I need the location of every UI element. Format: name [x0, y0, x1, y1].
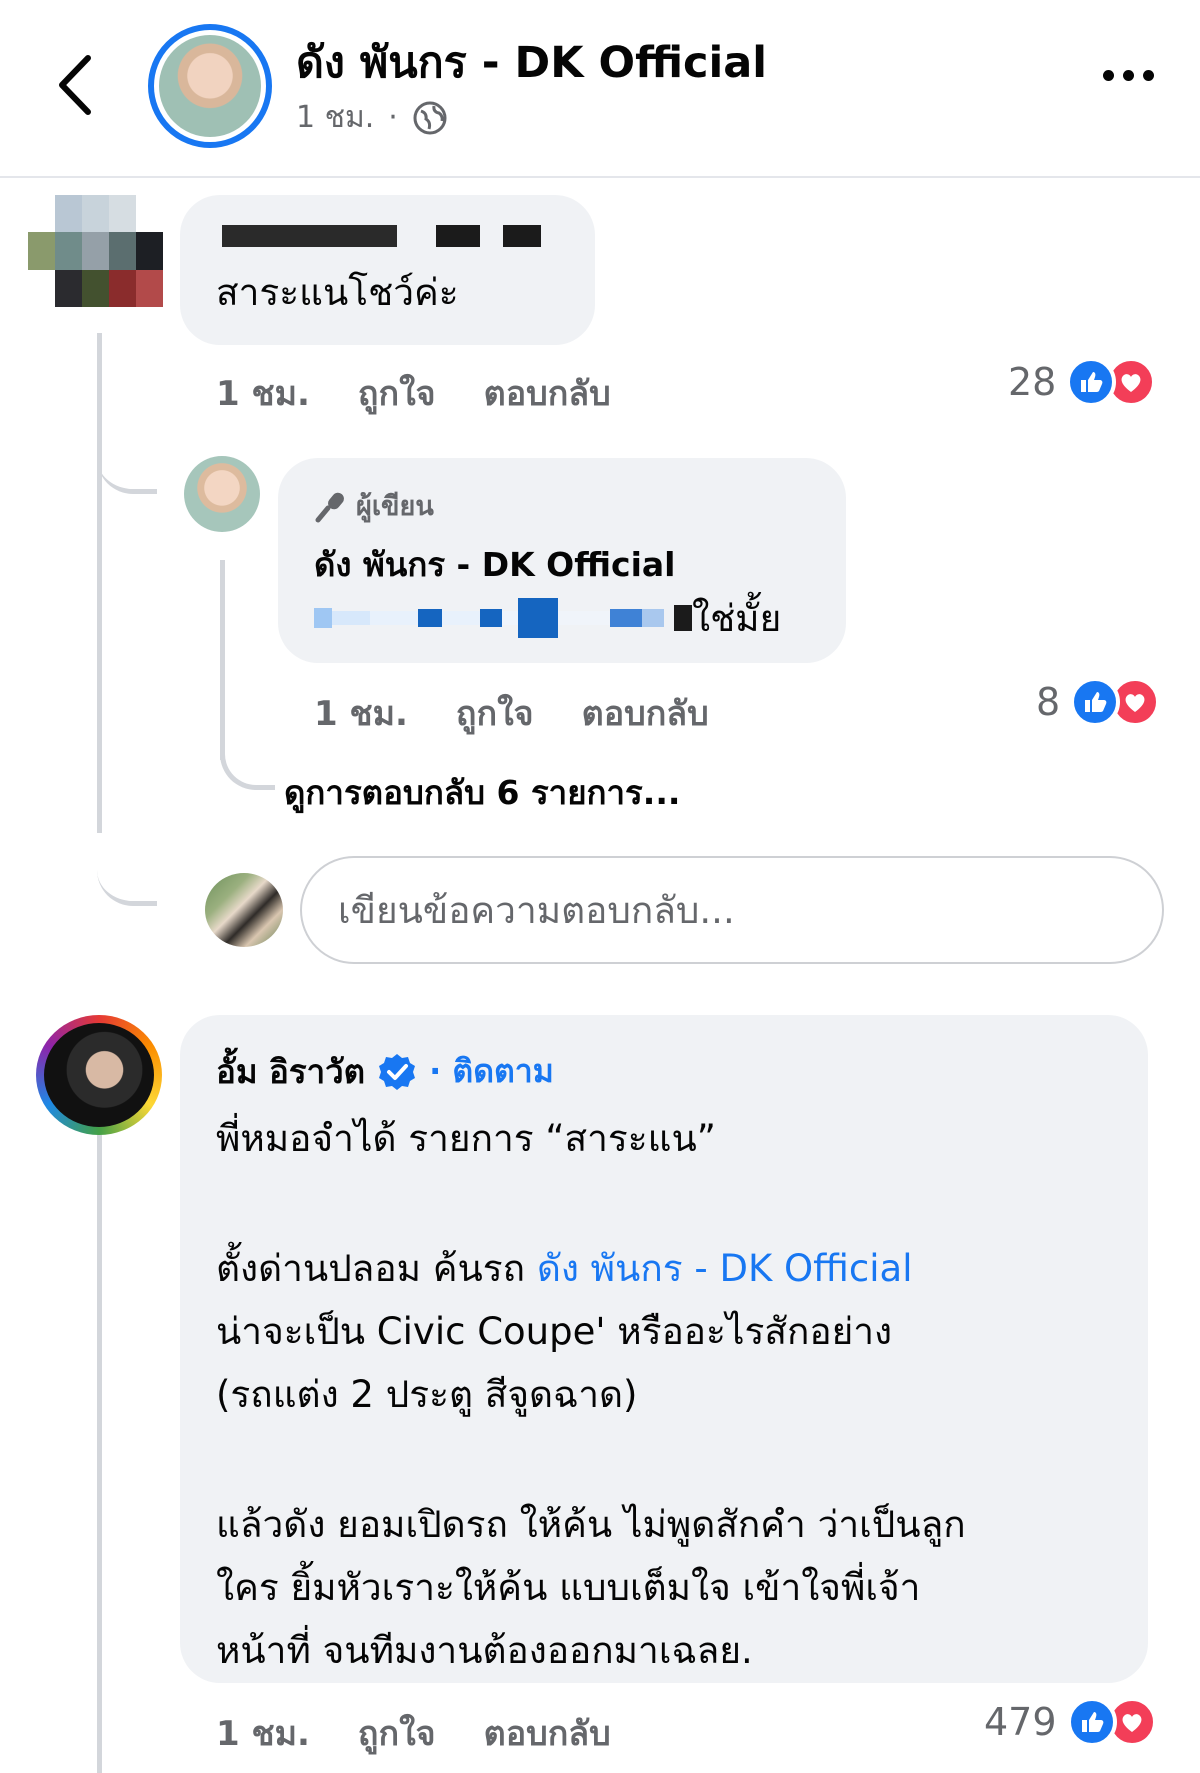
reply-bubble: ผู้เขียน ดัง พันกร - DK Official ใช่มั้ย — [278, 458, 846, 663]
back-arrow-icon[interactable] — [50, 50, 100, 120]
current-user-avatar — [205, 873, 283, 947]
commenter-header: อั้ม อิราวัต · ติดตาม — [216, 1045, 554, 1098]
reaction-summary[interactable]: 8 — [1036, 677, 1161, 727]
comment-actions: 1 ชม. ถูกใจ ตอบกลับ — [216, 1706, 611, 1760]
comment-text: ใคร ยิ้มหัวเราะให้ค้น แบบเต็มใจ เข้าใจพี… — [216, 1566, 921, 1609]
page-title[interactable]: ดัง พันกร - DK Official — [296, 28, 767, 96]
reaction-count: 479 — [984, 1700, 1057, 1744]
redacted-text — [314, 598, 692, 638]
page-avatar[interactable] — [148, 24, 272, 148]
author-badge: ผู้เขียน — [314, 484, 434, 527]
comment-bubble: อั้ม อิราวัต · ติดตาม พี่หมอจำได้ รายการ… — [180, 1015, 1148, 1683]
comment-text: แล้วดัง ยอมเปิดรถ ให้ค้น ไม่พูดสักคำ ว่า… — [216, 1503, 966, 1546]
meta-separator: · — [388, 100, 398, 135]
comment-text: หน้าที่ จนทีมงานต้องออกมาเฉลย. — [216, 1629, 753, 1672]
thread-line — [97, 333, 102, 833]
more-options-icon[interactable] — [1103, 70, 1154, 81]
post-meta: 1 ชม. · — [296, 94, 448, 141]
redacted-line — [222, 225, 542, 249]
reply-input[interactable] — [300, 856, 1164, 964]
view-more-replies-link[interactable]: ดูการตอบกลับ 6 รายการ... — [284, 766, 680, 819]
like-reaction-icon — [1070, 677, 1121, 727]
comment-bubble: สาระแนโชว์ค่ะ — [180, 195, 595, 345]
reaction-summary[interactable]: 28 — [1008, 357, 1157, 407]
post-time: 1 ชม. — [296, 100, 375, 135]
comment-text: น่าจะเป็น Civic Coupe' หรืออะไรสักอย่าง — [216, 1310, 893, 1353]
comment-time: 1 ชม. — [216, 1714, 310, 1754]
author-badge-label: ผู้เขียน — [356, 491, 434, 522]
globe-icon — [413, 101, 447, 134]
reply-actions: 1 ชม. ถูกใจ ตอบกลับ — [314, 686, 709, 740]
reply-button[interactable]: ตอบกลับ — [484, 1706, 611, 1760]
author-avatar[interactable] — [184, 456, 260, 532]
like-reaction-icon — [1066, 1697, 1117, 1747]
verified-badge-icon — [379, 1053, 416, 1090]
comment-time: 1 ชม. — [216, 374, 310, 414]
like-button[interactable]: ถูกใจ — [358, 1706, 436, 1760]
thread-curve — [220, 730, 275, 790]
commenter-avatar[interactable] — [28, 195, 163, 307]
comment-actions: 1 ชม. ถูกใจ ตอบกลับ — [216, 366, 611, 420]
reply-text-tail: ใช่มั้ย — [692, 596, 782, 640]
post-header: ดัง พันกร - DK Official 1 ชม. · — [0, 0, 1200, 178]
reaction-count: 28 — [1008, 360, 1057, 404]
like-button[interactable]: ถูกใจ — [358, 366, 436, 420]
mention-link[interactable]: ดัง พันกร - DK Official — [537, 1247, 913, 1290]
follow-link[interactable]: · ติดตาม — [429, 1046, 554, 1097]
reply-time: 1 ชม. — [314, 694, 408, 734]
reply-button[interactable]: ตอบกลับ — [484, 366, 611, 420]
comment-paragraph-1: พี่หมอจำได้ รายการ “สาระแน” — [216, 1117, 716, 1160]
reply-text: ใช่มั้ย — [314, 588, 781, 648]
comment-text: ตั้งด่านปลอม ค้นรถ — [216, 1247, 537, 1290]
thread-line — [97, 1125, 102, 1773]
reaction-summary[interactable]: 479 — [984, 1697, 1157, 1747]
commenter-avatar[interactable] — [36, 1015, 162, 1135]
commenter-name[interactable]: อั้ม อิราวัต — [216, 1045, 365, 1098]
reply-author-name[interactable]: ดัง พันกร - DK Official — [314, 538, 676, 591]
reply-button[interactable]: ตอบกลับ — [582, 686, 709, 740]
reaction-count: 8 — [1036, 680, 1061, 724]
thread-curve — [97, 830, 157, 906]
comment-paragraph-3: แล้วดัง ยอมเปิดรถ ให้ค้น ไม่พูดสักคำ ว่า… — [216, 1493, 966, 1682]
thread-curve — [97, 420, 157, 494]
like-reaction-icon — [1066, 357, 1117, 407]
like-button[interactable]: ถูกใจ — [456, 686, 534, 740]
comment-text: สาระแนโชว์ค่ะ — [216, 271, 459, 314]
comment-paragraph-2: ตั้งด่านปลอม ค้นรถ ดัง พันกร - DK Offici… — [216, 1237, 913, 1426]
comment-text: (รถแต่ง 2 ประตู สีจูดฉาด) — [216, 1373, 638, 1416]
microphone-icon — [315, 492, 344, 522]
